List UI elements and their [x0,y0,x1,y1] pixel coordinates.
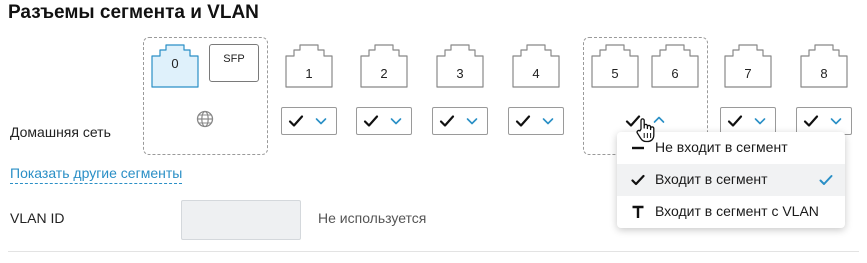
port-label: 7 [744,66,752,81]
port-4[interactable]: 4 [512,44,560,88]
chevron-down-icon [390,118,402,125]
check-icon [727,115,743,127]
check-icon [439,115,455,127]
port-label: 4 [532,66,540,81]
port-3[interactable]: 3 [436,44,484,88]
port-5[interactable]: 5 [591,44,639,88]
vlan-status-text: Не используется [318,210,427,226]
port-1-membership-select[interactable] [281,107,337,135]
port-8-membership-select[interactable] [796,107,852,135]
port-label: 5 [611,66,619,81]
selected-check-icon [819,175,833,185]
port-label: 3 [456,66,464,81]
dropdown-option-member-vlan[interactable]: Входит в сегмент с VLAN [617,196,845,228]
port-7-membership-select[interactable] [720,107,776,135]
port-6[interactable]: 6 [651,44,699,88]
port-label: 2 [380,66,388,81]
check-icon [363,115,379,127]
globe-icon [196,110,214,128]
port-4-membership-select[interactable] [508,107,564,135]
vlan-id-input[interactable] [181,200,301,240]
chevron-down-icon [542,118,554,125]
membership-dropdown-menu: Не входит в сегмент Входит в сегмент Вхо… [617,132,845,228]
chevron-down-icon [466,118,478,125]
option-label: Входит в сегмент с VLAN [655,203,819,219]
vlan-id-label: VLAN ID [10,210,65,226]
hand-cursor-icon [635,117,657,143]
check-icon [288,115,304,127]
port-label: 8 [820,66,828,81]
tagged-icon [632,205,644,218]
port-label: 6 [671,66,679,81]
port-2-membership-select[interactable] [356,107,412,135]
check-icon [515,115,531,127]
divider [8,251,859,252]
option-label: Не входит в сегмент [655,139,788,155]
port-2[interactable]: 2 [360,44,408,88]
check-icon [631,174,645,186]
check-icon [803,115,819,127]
port-label: 1 [305,66,313,81]
port-0[interactable]: 0 [151,44,199,88]
chevron-down-icon [754,118,766,125]
minus-icon [632,146,644,150]
dropdown-option-member[interactable]: Входит в сегмент [617,164,845,196]
show-other-segments-link[interactable]: Показать другие сегменты [10,165,183,184]
port-7[interactable]: 7 [724,44,772,88]
port-1[interactable]: 1 [285,44,333,88]
port-3-membership-select[interactable] [432,107,488,135]
chevron-down-icon [830,118,842,125]
port-sfp[interactable]: SFP [209,44,259,82]
port-8[interactable]: 8 [800,44,848,88]
port-label: 0 [171,56,179,71]
option-label: Входит в сегмент [655,171,768,187]
chevron-down-icon [315,118,327,125]
segment-row-label: Домашняя сеть [10,124,111,140]
page-title: Разъемы сегмента и VLAN [8,2,259,23]
